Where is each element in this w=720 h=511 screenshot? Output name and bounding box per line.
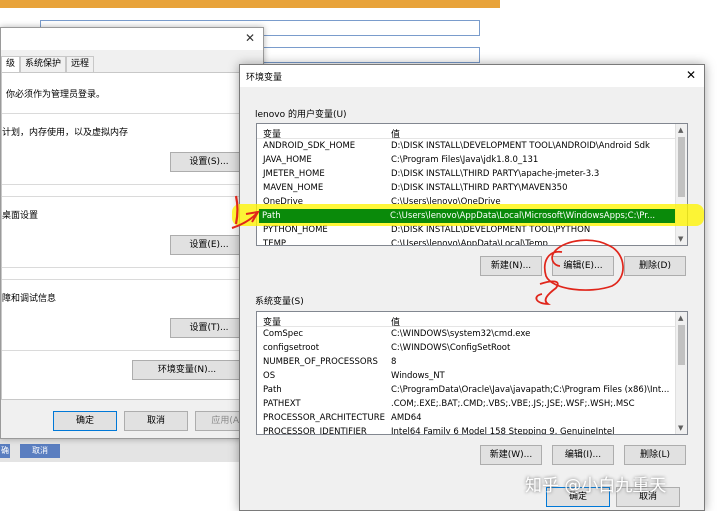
variable-value: Intel64 Family 6 Model 158 Stepping 9, G… xyxy=(391,427,615,435)
user-new-button[interactable]: 新建(N)... xyxy=(480,256,542,276)
profile-group: 桌面设置 设置(E)... xyxy=(2,196,250,268)
table-row[interactable]: NUMBER_OF_PROCESSORS 8 xyxy=(257,355,687,369)
scrollbar-thumb[interactable] xyxy=(678,137,685,197)
titlebar: 环境变量 ✕ xyxy=(240,65,704,87)
environment-variables-button[interactable]: 环境变量(N)... xyxy=(132,360,242,380)
system-new-button[interactable]: 新建(W)... xyxy=(480,445,542,465)
scrollbar[interactable]: ▲ ▼ xyxy=(675,312,687,434)
system-vars-label: 系统变量(S) xyxy=(255,297,304,307)
variable-name: ANDROID_SDK_HOME xyxy=(263,141,356,151)
variable-value: D:\DISK INSTALL\DEVELOPMENT TOOL\ANDROID… xyxy=(391,141,650,151)
admin-note: 你必须作为管理员登录。 xyxy=(6,90,106,100)
dialog-title: 环境变量 xyxy=(246,73,283,83)
startup-text: 障和调试信息 xyxy=(2,294,57,304)
scrollbar-thumb[interactable] xyxy=(678,325,685,365)
variable-value: 8 xyxy=(391,357,397,367)
ok-button[interactable]: 确定 xyxy=(53,411,117,431)
table-row[interactable]: PROCESSOR_ARCHITECTURE AMD64 xyxy=(257,411,687,425)
variable-name: PROCESSOR_IDENTIFIER xyxy=(263,427,367,435)
scrollbar[interactable]: ▲ ▼ xyxy=(675,124,687,245)
table-row[interactable]: PROCESSOR_IDENTIFIER Intel64 Family 6 Mod… xyxy=(257,425,687,435)
variable-name: Path xyxy=(262,211,281,221)
variable-value: C:\WINDOWS\ConfigSetRoot xyxy=(391,343,511,353)
variable-value: Windows_NT xyxy=(391,371,445,381)
performance-text: 计划，内存使用，以及虚拟内存 xyxy=(2,128,129,138)
environment-variables-dialog: 环境变量 ✕ lenovo 的用户变量(U) 变量 值 ANDROID_SDK_… xyxy=(239,64,705,511)
variable-name: PROCESSOR_ARCHITECTURE xyxy=(263,413,385,423)
table-row[interactable]: ANDROID_SDK_HOME D:\DISK INSTALL\DEVELOPM… xyxy=(257,139,687,153)
table-row[interactable]: OS Windows_NT xyxy=(257,369,687,383)
table-row[interactable]: configsetroot C:\WINDOWS\ConfigSetRoot xyxy=(257,341,687,355)
list-header: 变量 值 xyxy=(257,124,687,140)
system-delete-button[interactable]: 删除(L) xyxy=(624,445,686,465)
tab-advanced[interactable]: 级 xyxy=(1,56,21,72)
variable-value: D:\DISK INSTALL\THIRD PARTY\MAVEN350 xyxy=(391,183,568,193)
scroll-up-icon[interactable]: ▲ xyxy=(678,126,683,134)
user-edit-button[interactable]: 编辑(E)... xyxy=(552,256,614,276)
table-row[interactable]: MAVEN_HOME D:\DISK INSTALL\THIRD PARTY\MA… xyxy=(257,181,687,195)
user-delete-button[interactable]: 删除(D) xyxy=(624,256,686,276)
selected-path-row[interactable]: Path C:\Users\lenovo\AppData\Local\Micro… xyxy=(256,209,676,223)
table-row[interactable]: Path C:\ProgramData\Oracle\Java\javapath;… xyxy=(257,383,687,397)
user-vars-rows: ANDROID_SDK_HOME D:\DISK INSTALL\DEVELOPM… xyxy=(257,139,687,246)
table-row[interactable]: TEMP C:\Users\lenovo\AppData\Local\Temp xyxy=(257,237,687,246)
system-edit-button[interactable]: 编辑(I)... xyxy=(552,445,614,465)
variable-name: OS xyxy=(263,371,276,381)
titlebar xyxy=(1,28,263,50)
cancel-button[interactable]: 取消 xyxy=(124,411,188,431)
table-row[interactable]: JMETER_HOME D:\DISK INSTALL\THIRD PARTY\a… xyxy=(257,167,687,181)
scroll-down-icon[interactable]: ▼ xyxy=(678,235,683,243)
background-titlebar xyxy=(0,0,500,8)
variable-name: NUMBER_OF_PROCESSORS xyxy=(263,357,378,367)
variable-value: .COM;.EXE;.BAT;.CMD;.VBS;.VBE;.JS;.JSE;.… xyxy=(391,399,635,409)
variable-value: AMD64 xyxy=(391,413,422,423)
tab-remote[interactable]: 远程 xyxy=(66,56,95,72)
variable-name: JMETER_HOME xyxy=(263,169,325,179)
startup-group: 障和调试信息 设置(T)... xyxy=(2,279,250,351)
profile-settings-button[interactable]: 设置(E)... xyxy=(170,235,248,255)
user-vars-list[interactable]: 变量 值 ANDROID_SDK_HOME D:\DISK INSTALL\DEV… xyxy=(256,123,688,246)
background-cancel-button[interactable]: 取消 xyxy=(20,444,60,458)
scroll-down-icon[interactable]: ▼ xyxy=(678,424,683,432)
watermark: 知乎 @小白九重天 xyxy=(525,476,667,496)
list-header: 变量 值 xyxy=(257,312,687,328)
variable-value: D:\DISK INSTALL\THIRD PARTY\apache-jmete… xyxy=(391,169,600,179)
variable-name: JAVA_HOME xyxy=(263,155,312,165)
variable-name: PATHEXT xyxy=(263,399,301,409)
variable-name: configsetroot xyxy=(263,343,320,353)
background-ok-button[interactable]: 确 xyxy=(0,444,10,458)
variable-name: MAVEN_HOME xyxy=(263,183,324,193)
variable-name: ComSpec xyxy=(263,329,304,339)
user-vars-label: lenovo 的用户变量(U) xyxy=(255,110,347,120)
variable-name: Path xyxy=(263,385,282,395)
table-row[interactable]: ComSpec C:\WINDOWS\system32\cmd.exe xyxy=(257,327,687,341)
system-properties-dialog: ✕ 级 系统保护 远程 你必须作为管理员登录。 计划，内存使用，以及虚拟内存 设… xyxy=(0,27,264,439)
performance-group: 计划，内存使用，以及虚拟内存 设置(S)... xyxy=(2,113,250,185)
close-icon[interactable]: ✕ xyxy=(686,68,696,82)
table-row[interactable]: PATHEXT .COM;.EXE;.BAT;.CMD;.VBS;.VBE;.JS… xyxy=(257,397,687,411)
variable-value: C:\Program Files\Java\jdk1.8.0_131 xyxy=(391,155,539,165)
system-vars-list[interactable]: 变量 值 ComSpec C:\WINDOWS\system32\cmd.exe c… xyxy=(256,311,688,435)
tab-bar: 级 系统保护 远程 xyxy=(1,56,95,72)
tab-panel: 你必须作为管理员登录。 计划，内存使用，以及虚拟内存 设置(S)... 桌面设置… xyxy=(1,72,259,400)
variable-name: TEMP xyxy=(263,239,287,246)
tab-system-protection[interactable]: 系统保护 xyxy=(20,56,67,72)
variable-value: C:\ProgramData\Oracle\Java\javapath;C:\P… xyxy=(391,385,670,395)
performance-settings-button[interactable]: 设置(S)... xyxy=(170,152,248,172)
profile-text: 桌面设置 xyxy=(2,211,39,221)
scroll-up-icon[interactable]: ▲ xyxy=(678,314,683,322)
table-row[interactable]: JAVA_HOME C:\Program Files\Java\jdk1.8.0_… xyxy=(257,153,687,167)
variable-value: C:\Users\lenovo\AppData\Local\Microsoft\… xyxy=(390,211,656,221)
startup-settings-button[interactable]: 设置(T)... xyxy=(170,318,248,338)
variable-value: C:\Users\lenovo\AppData\Local\Temp xyxy=(391,239,548,246)
close-icon[interactable]: ✕ xyxy=(245,31,255,45)
system-vars-rows: ComSpec C:\WINDOWS\system32\cmd.exe config… xyxy=(257,327,687,435)
variable-value: C:\WINDOWS\system32\cmd.exe xyxy=(391,329,531,339)
